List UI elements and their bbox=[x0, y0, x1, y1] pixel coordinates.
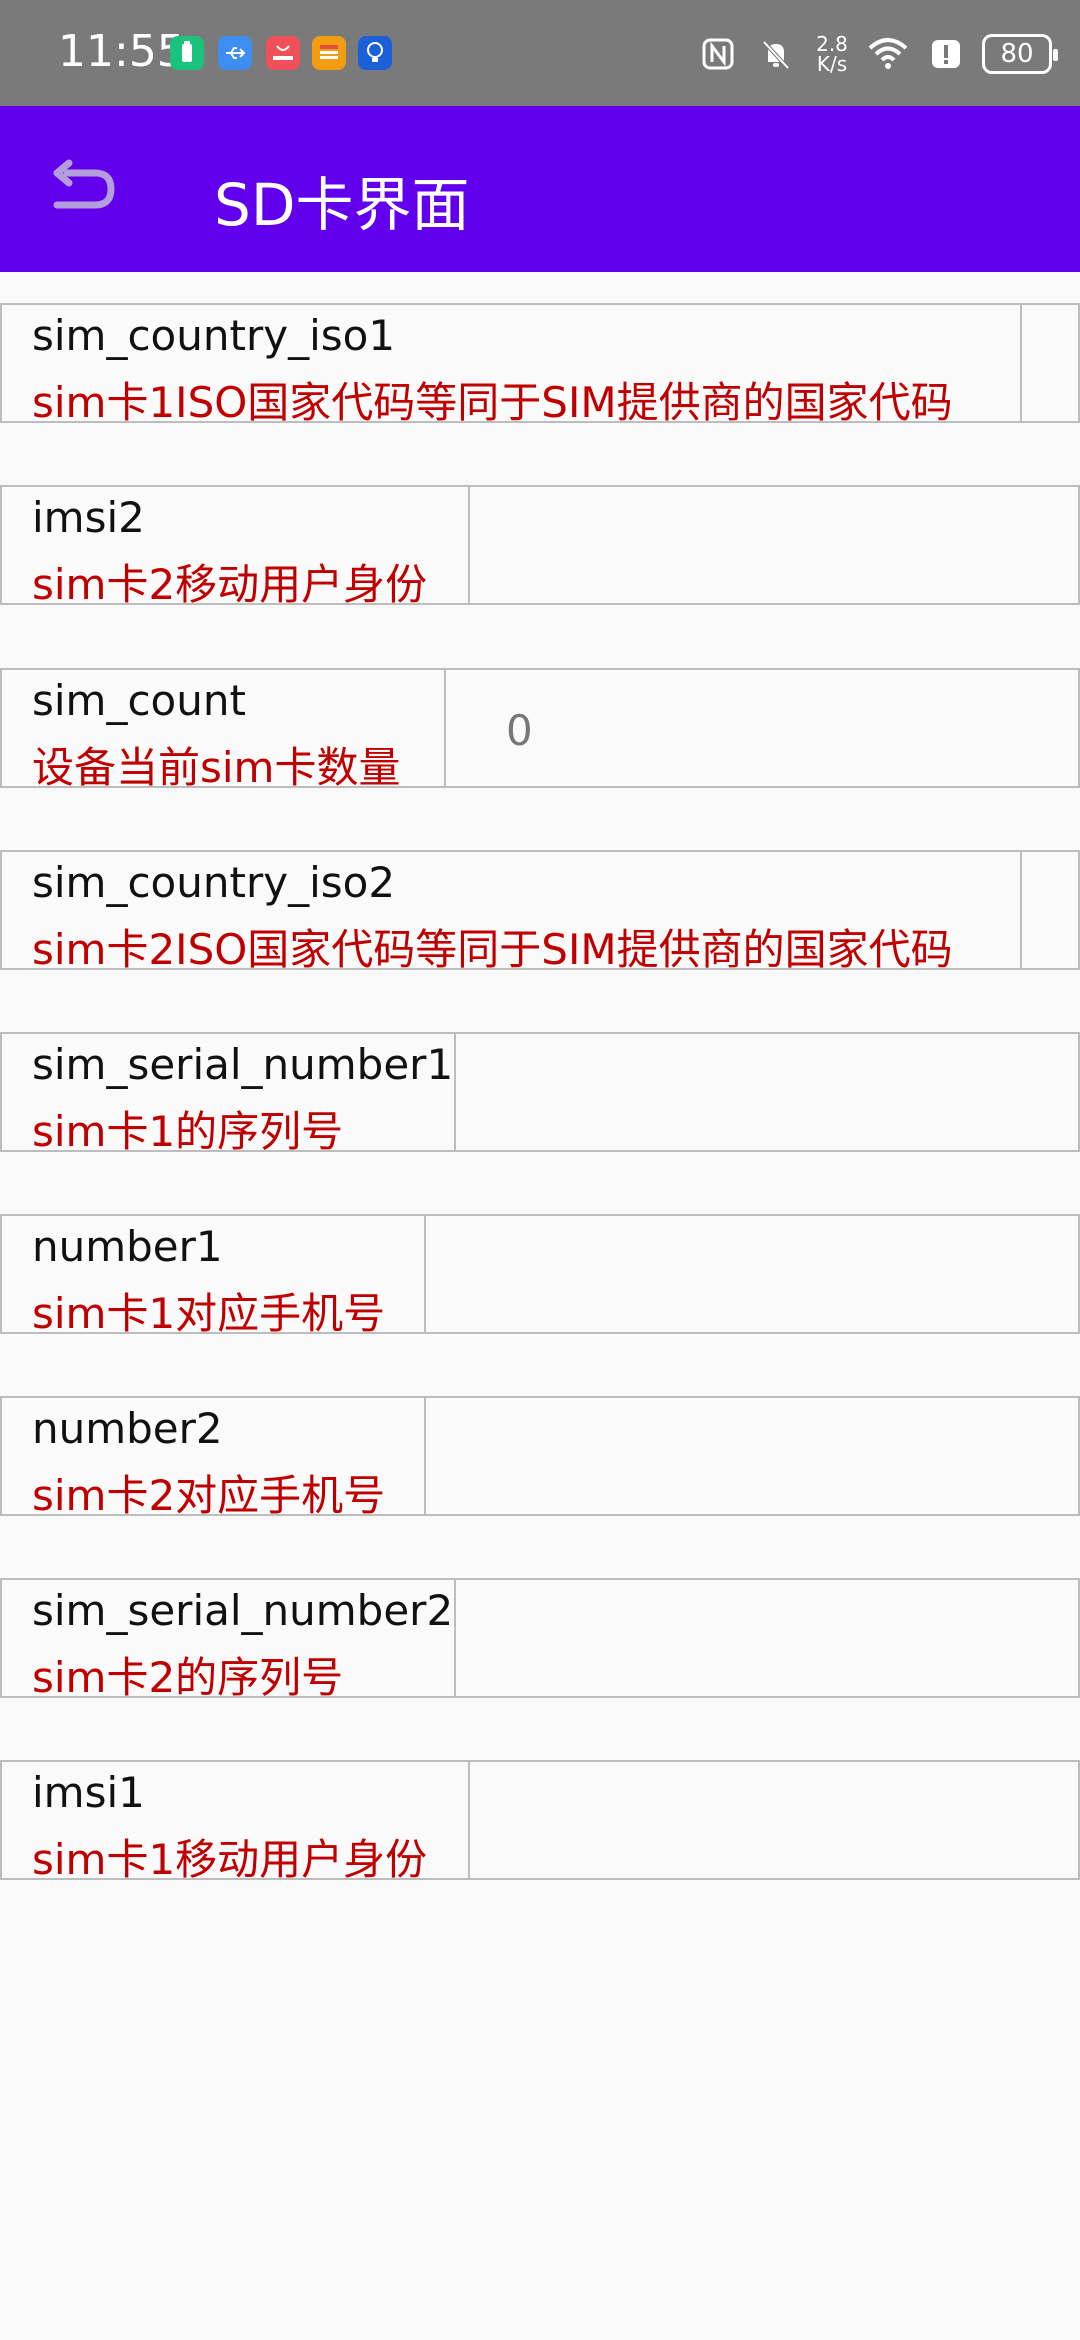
info-row-imsi1: imsi1 sim卡1移动用户身份 bbox=[0, 1760, 1080, 1884]
row-label-box: sim_country_iso2 sim卡2ISO国家代码等同于SIM提供商的国… bbox=[0, 850, 1022, 974]
info-row-number1: number1 sim卡1对应手机号 bbox=[0, 1214, 1080, 1338]
row-description: sim卡1的序列号 bbox=[32, 1107, 344, 1156]
info-row-sim-serial-number2: sim_serial_number2 sim卡2的序列号 bbox=[0, 1578, 1080, 1702]
row-value-field[interactable] bbox=[454, 1032, 1080, 1152]
row-key: imsi2 bbox=[32, 493, 145, 542]
row-label-box: sim_count 设备当前sim卡数量 bbox=[0, 668, 446, 792]
row-label-box: imsi1 sim卡1移动用户身份 bbox=[0, 1760, 470, 1884]
app-bar: SD卡界面 bbox=[0, 106, 1080, 272]
row-description: sim卡2ISO国家代码等同于SIM提供商的国家代码 bbox=[32, 925, 953, 974]
row-description: sim卡1移动用户身份 bbox=[32, 1835, 428, 1884]
battery-level: 80 bbox=[1000, 39, 1034, 69]
row-value-field[interactable] bbox=[1020, 850, 1080, 970]
row-value-field[interactable] bbox=[468, 1760, 1080, 1880]
info-row-number2: number2 sim卡2对应手机号 bbox=[0, 1396, 1080, 1520]
row-description: sim卡2的序列号 bbox=[32, 1653, 344, 1702]
row-key: sim_serial_number1 bbox=[32, 1040, 454, 1089]
row-label-box: number2 sim卡2对应手机号 bbox=[0, 1396, 426, 1520]
nfc-icon bbox=[696, 32, 740, 76]
row-label-box: number1 sim卡1对应手机号 bbox=[0, 1214, 426, 1338]
row-description: sim卡2移动用户身份 bbox=[32, 560, 428, 609]
wifi-icon bbox=[866, 32, 910, 76]
calendar-app-icon bbox=[312, 36, 346, 70]
row-label-box: imsi2 sim卡2移动用户身份 bbox=[0, 485, 470, 609]
network-speed: 2.8 K/s bbox=[812, 34, 852, 74]
row-value: 0 bbox=[506, 706, 533, 755]
row-description: sim卡2对应手机号 bbox=[32, 1471, 386, 1520]
tips-app-icon bbox=[358, 36, 392, 70]
row-key: sim_country_iso1 bbox=[32, 311, 396, 360]
row-value-field[interactable]: 0 bbox=[444, 668, 1080, 788]
row-key: sim_country_iso2 bbox=[32, 858, 396, 907]
row-label-box: sim_country_iso1 sim卡1ISO国家代码等同于SIM提供商的国… bbox=[0, 303, 1022, 427]
battery-indicator: 80 bbox=[982, 34, 1058, 74]
row-description: sim卡1对应手机号 bbox=[32, 1289, 386, 1338]
row-key: number1 bbox=[32, 1222, 223, 1271]
row-value-field[interactable] bbox=[468, 485, 1080, 605]
row-value-field[interactable] bbox=[1020, 303, 1080, 423]
status-time: 11:55 bbox=[58, 26, 185, 77]
info-row-imsi2: imsi2 sim卡2移动用户身份 bbox=[0, 485, 1080, 609]
row-label-box: sim_serial_number2 sim卡2的序列号 bbox=[0, 1578, 456, 1702]
info-row-sim-count: sim_count 设备当前sim卡数量 0 bbox=[0, 668, 1080, 792]
row-value-field[interactable] bbox=[424, 1396, 1080, 1516]
back-arrow-icon bbox=[49, 159, 119, 223]
network-speed-value: 2.8 bbox=[816, 32, 848, 56]
status-bar: 11:55 2.8 K/s 80 bbox=[0, 0, 1080, 106]
huawei-app-icon bbox=[266, 36, 300, 70]
network-speed-unit: K/s bbox=[816, 52, 848, 76]
row-description: sim卡1ISO国家代码等同于SIM提供商的国家代码 bbox=[32, 378, 953, 427]
battery-app-icon bbox=[170, 36, 204, 70]
row-key: sim_count bbox=[32, 676, 246, 725]
back-button[interactable] bbox=[44, 151, 124, 231]
row-value-field[interactable] bbox=[424, 1214, 1080, 1334]
row-key: number2 bbox=[32, 1404, 223, 1453]
row-value-field[interactable] bbox=[454, 1578, 1080, 1698]
status-icons: 2.8 K/s 80 bbox=[696, 26, 1058, 82]
row-description: 设备当前sim卡数量 bbox=[32, 743, 401, 792]
info-row-sim-country-iso2: sim_country_iso2 sim卡2ISO国家代码等同于SIM提供商的国… bbox=[0, 850, 1080, 974]
usb-icon bbox=[218, 36, 252, 70]
row-key: sim_serial_number2 bbox=[32, 1586, 454, 1635]
row-key: imsi1 bbox=[32, 1768, 145, 1817]
row-label-box: sim_serial_number1 sim卡1的序列号 bbox=[0, 1032, 456, 1156]
info-row-sim-serial-number1: sim_serial_number1 sim卡1的序列号 bbox=[0, 1032, 1080, 1156]
info-row-sim-country-iso1: sim_country_iso1 sim卡1ISO国家代码等同于SIM提供商的国… bbox=[0, 303, 1080, 427]
mute-icon bbox=[754, 32, 798, 76]
alert-icon bbox=[924, 32, 968, 76]
page-title: SD卡界面 bbox=[214, 171, 470, 239]
